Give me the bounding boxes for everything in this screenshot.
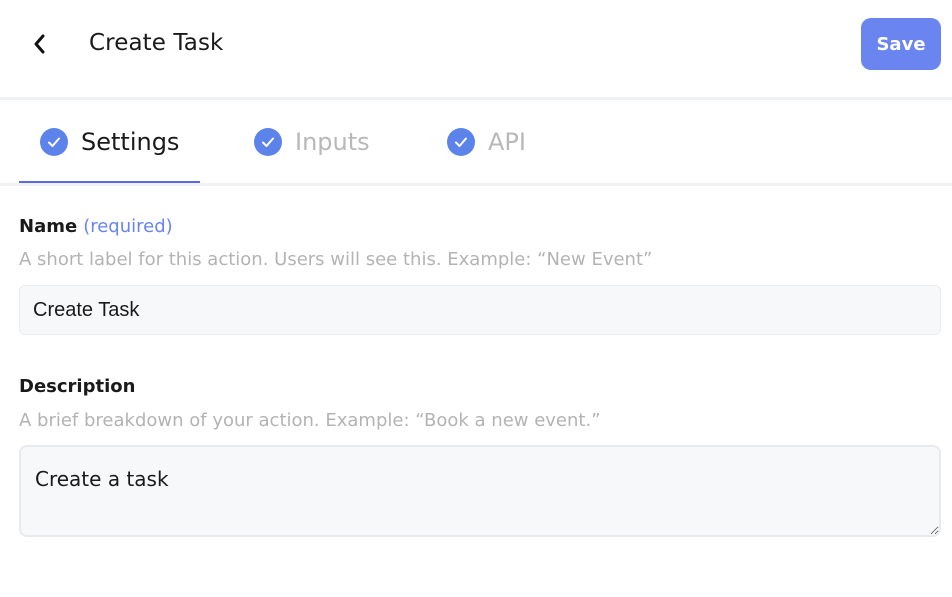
tab-settings[interactable]: Settings	[18, 100, 201, 183]
description-field-label: Description	[19, 376, 135, 397]
check-circle-icon	[254, 127, 282, 156]
check-circle-icon	[40, 127, 68, 156]
tab-bar: Settings Inputs API	[0, 100, 952, 186]
name-input[interactable]	[19, 285, 941, 335]
description-help-text: A brief breakdown of your action. Exampl…	[19, 410, 601, 431]
back-button[interactable]	[24, 28, 56, 60]
page-header: Create Task Save	[0, 0, 952, 100]
name-field-label: Name (required)	[19, 216, 173, 237]
chevron-left-icon	[34, 34, 45, 54]
check-circle-icon	[447, 127, 475, 156]
tab-label: Inputs	[295, 127, 370, 156]
tab-label: API	[488, 127, 526, 156]
tab-inputs[interactable]: Inputs	[254, 100, 370, 183]
description-textarea[interactable]: Create a task	[19, 445, 941, 537]
name-label-text: Name	[19, 216, 78, 237]
name-help-text: A short label for this action. Users wil…	[19, 249, 653, 270]
tab-api[interactable]: API	[447, 100, 526, 183]
save-button[interactable]: Save	[861, 18, 941, 70]
tab-label: Settings	[81, 127, 180, 156]
description-label-text: Description	[19, 376, 136, 397]
page-title: Create Task	[89, 30, 224, 56]
required-indicator: (required)	[83, 216, 173, 237]
